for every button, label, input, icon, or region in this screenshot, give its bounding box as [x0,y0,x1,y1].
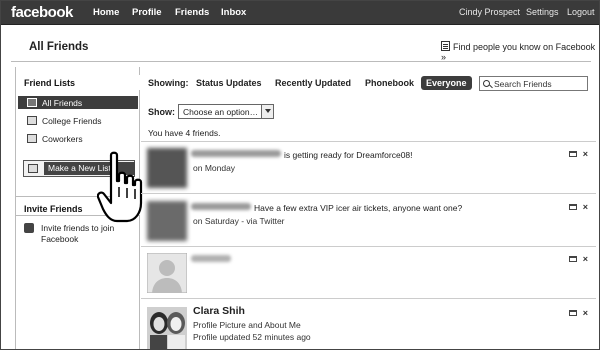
remove-icon[interactable]: × [583,202,588,212]
nav-logout[interactable]: Logout [567,7,595,17]
avatar-blurred[interactable] [147,201,187,241]
friend-update-time: Profile updated 52 minutes ago [193,332,311,342]
friend-name[interactable]: Clara Shih [193,305,245,317]
sidebar-item-label: All Friends [42,98,83,108]
sidebar-item-all-friends[interactable]: All Friends [18,96,138,109]
default-avatar-icon[interactable] [147,253,187,293]
blurred-name[interactable] [191,255,231,262]
page-title: All Friends [29,41,89,53]
find-people-link[interactable]: Find people you know on Facebook » [441,41,599,62]
row-divider [141,298,596,299]
friend-status: is getting ready for Dreamforce08! [191,150,413,160]
list-icon [27,134,37,143]
blurred-name[interactable] [191,150,281,157]
facebook-logo[interactable]: facebook [11,4,73,21]
friend-row: × [141,247,596,305]
nav-profile[interactable]: Profile [132,7,162,18]
friend-status-time: on Saturday - via Twitter [193,216,285,226]
sidebar-item-college-friends[interactable]: College Friends [18,114,138,127]
sidebar-item-label: Coworkers [42,134,83,144]
message-icon[interactable] [568,256,577,262]
search-icon [483,80,490,87]
search-friends-input[interactable]: Search Friends [479,76,588,91]
filter-everyone[interactable]: Everyone [421,76,472,90]
profile-photo[interactable] [147,307,187,350]
friend-actions: × [568,308,588,318]
main-content: Showing: Status Updates Recently Updated… [141,67,596,350]
friend-count: You have 4 friends. [148,128,221,138]
list-icon [27,116,37,125]
show-label: Show: [148,107,175,117]
filter-status-updates[interactable]: Status Updates [196,78,262,88]
message-icon[interactable] [568,310,577,316]
remove-icon[interactable]: × [583,149,588,159]
friend-status-text: Have a few extra VIP icer air tickets, a… [254,203,463,213]
showing-label: Showing: [148,78,189,88]
remove-icon[interactable]: × [583,308,588,318]
blurred-name[interactable] [191,203,251,210]
friend-update-detail: Profile Picture and About Me [193,320,301,330]
friend-status: Have a few extra VIP icer air tickets, a… [191,203,462,213]
remove-icon[interactable]: × [583,254,588,264]
friend-status-time: on Monday [193,163,236,173]
search-placeholder: Search Friends [494,79,552,89]
header-divider [11,61,591,62]
address-book-icon [441,41,450,51]
nav-settings[interactable]: Settings [526,7,559,17]
nav-home[interactable]: Home [93,7,119,18]
people-icon [27,98,37,107]
chevron-down-icon [261,105,273,118]
invite-icon [24,223,34,233]
top-nav-bar: facebook Home Profile Friends Inbox Cind… [1,1,599,25]
show-select-value: Choose an option… [183,107,259,117]
avatar-blurred[interactable] [147,148,187,188]
friend-row: is getting ready for Dreamforce08! on Mo… [141,142,596,200]
friend-row: Have a few extra VIP icer air tickets, a… [141,195,596,253]
friend-status [191,255,234,265]
friend-actions: × [568,202,588,212]
filter-phonebook[interactable]: Phonebook [365,78,414,88]
new-list-icon [28,164,38,173]
hand-cursor-icon [97,151,143,223]
nav-friends[interactable]: Friends [175,7,209,18]
friend-row: Clara Shih Profile Picture and About Me … [141,301,596,350]
nav-user-name[interactable]: Cindy Prospect [459,7,520,17]
sidebar-item-coworkers[interactable]: Coworkers [18,132,138,145]
friend-status-text: is getting ready for Dreamforce08! [284,150,413,160]
nav-inbox[interactable]: Inbox [221,7,246,18]
message-icon[interactable] [568,151,577,157]
find-people-label: Find people you know on Facebook » [441,42,596,62]
row-divider [141,193,596,194]
filter-recently-updated[interactable]: Recently Updated [275,78,351,88]
message-icon[interactable] [568,204,577,210]
sidebar-item-label: College Friends [42,116,102,126]
page-frame: facebook Home Profile Friends Inbox Cind… [0,0,600,350]
show-select[interactable]: Choose an option… [178,104,274,119]
friend-lists-heading: Friend Lists [16,75,140,90]
friend-actions: × [568,254,588,264]
friend-actions: × [568,149,588,159]
